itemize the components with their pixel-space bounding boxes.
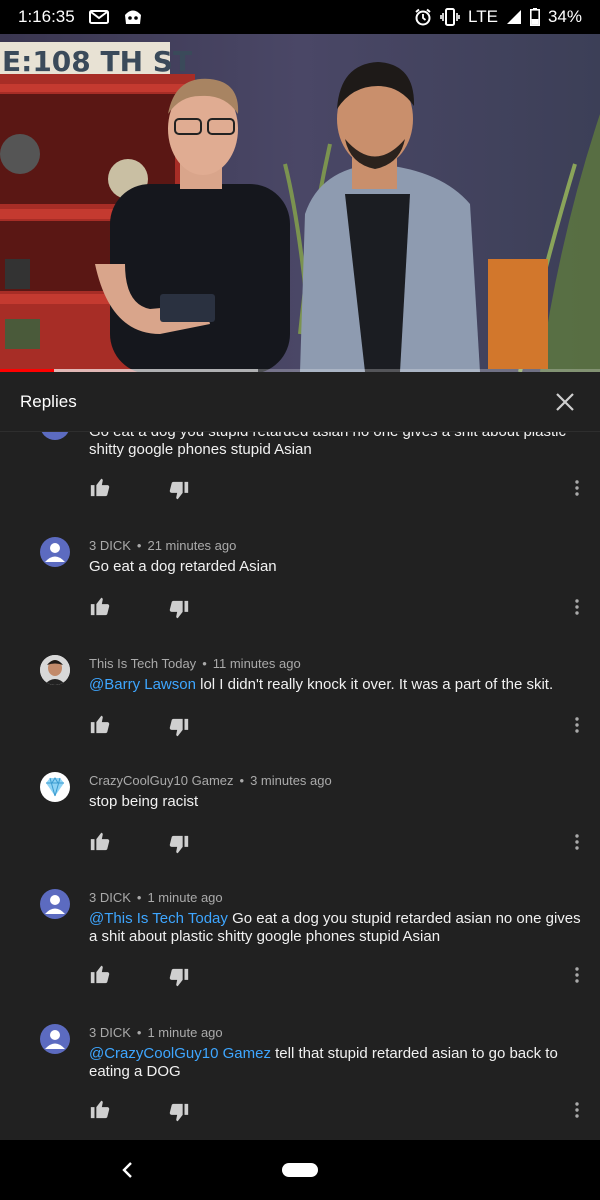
alarm-icon [415, 8, 431, 26]
mail-icon [88, 10, 109, 24]
avatar[interactable] [40, 889, 70, 919]
status-time: 1:16:35 [18, 7, 75, 26]
reply-actions [89, 476, 589, 500]
default-avatar-icon [45, 1030, 65, 1049]
dislike-icon[interactable] [168, 717, 190, 739]
dislike-icon[interactable] [168, 834, 190, 856]
more-options-button[interactable] [571, 1098, 583, 1122]
default-avatar-icon [45, 543, 65, 562]
more-vert-icon [575, 967, 579, 983]
avatar[interactable] [40, 655, 70, 685]
reply-actions [89, 595, 589, 619]
replies-list[interactable]: Go eat a dog you stupid retarded asian n… [0, 432, 600, 1140]
like-icon[interactable] [89, 963, 111, 985]
mention-link[interactable]: @This Is Tech Today [89, 910, 228, 927]
street-sign-text: E:108 TH ST [2, 45, 192, 78]
reply-meta: 3 DICK • 21 minutes ago [89, 538, 237, 553]
like-icon[interactable] [89, 476, 111, 498]
system-nav-bar [0, 1140, 600, 1200]
status-bar: 1:16:35 LTE 34% [0, 0, 600, 34]
mention-link[interactable]: @Barry Lawson [89, 676, 196, 693]
profile-photo-icon [40, 655, 70, 685]
replies-title: Replies [20, 391, 77, 411]
video-frame: E:108 TH ST [0, 34, 600, 372]
default-avatar-icon [45, 895, 65, 914]
reply-meta: 3 DICK • 1 minute ago [89, 1025, 223, 1040]
reply-text: stop being racist [89, 793, 199, 810]
reply-meta: 3 DICK • 1 minute ago [89, 890, 223, 905]
like-icon[interactable] [89, 595, 111, 617]
reply-text: Go eat a dog you stupid retarded asian n… [89, 432, 566, 458]
more-options-button[interactable] [571, 713, 583, 737]
more-options-button[interactable] [571, 830, 583, 854]
battery-icon [529, 8, 540, 26]
more-options-button[interactable] [571, 476, 583, 500]
reply-item: CrazyCoolGuy10 Gamez • 3 minutes ago stop … [0, 770, 600, 887]
more-options-button[interactable] [571, 595, 583, 619]
reply-actions [89, 1098, 589, 1122]
close-icon [556, 392, 574, 411]
reply-text: @Barry Lawson lol I didn't really knock … [89, 676, 554, 693]
more-vert-icon [575, 1102, 579, 1118]
reply-time: 1 minute ago [147, 890, 223, 905]
reply-author[interactable]: This Is Tech Today [89, 656, 196, 671]
more-options-button[interactable] [571, 963, 583, 987]
avatar[interactable] [40, 432, 70, 440]
reply-actions [89, 830, 589, 854]
reply-author[interactable]: CrazyCoolGuy10 Gamez [89, 773, 234, 788]
pirate-icon [124, 10, 141, 24]
replies-header: Replies [0, 372, 600, 432]
reply-meta: This Is Tech Today • 11 minutes ago [89, 656, 301, 671]
battery-percent: 34% [547, 7, 582, 26]
more-vert-icon [575, 834, 579, 850]
reply-author[interactable]: 3 DICK [89, 890, 131, 905]
like-icon[interactable] [89, 1098, 111, 1120]
reply-item: 3 DICK • 21 minutes ago Go eat a dog retar… [0, 535, 600, 652]
close-button[interactable] [550, 387, 580, 417]
dislike-icon[interactable] [168, 599, 190, 621]
reply-actions [89, 963, 589, 987]
avatar[interactable] [40, 1024, 70, 1054]
more-vert-icon [575, 480, 579, 496]
back-chevron-icon[interactable] [116, 1158, 140, 1182]
reply-item: 3 DICK • 1 minute ago @This Is Tech Today … [0, 887, 600, 1022]
dislike-icon[interactable] [168, 480, 190, 502]
signal-icon [506, 10, 521, 24]
reply-item: This Is Tech Today • 11 minutes ago @Barry… [0, 653, 600, 770]
reply-text: @This Is Tech Today Go eat a dog you stu… [89, 910, 581, 945]
reply-text: Go eat a dog retarded Asian [89, 558, 277, 575]
reply-time: 21 minutes ago [147, 538, 237, 553]
dislike-icon[interactable] [168, 967, 190, 989]
like-icon[interactable] [89, 830, 111, 852]
like-icon[interactable] [89, 713, 111, 735]
vibrate-icon [440, 8, 460, 26]
more-vert-icon [575, 599, 579, 615]
more-vert-icon [575, 717, 579, 733]
home-pill-icon[interactable] [282, 1163, 318, 1177]
reply-author[interactable]: 3 DICK [89, 1025, 131, 1040]
mention-link[interactable]: @CrazyCoolGuy10 Gamez [89, 1045, 271, 1062]
reply-actions [89, 713, 589, 737]
avatar[interactable] [40, 537, 70, 567]
video-player[interactable]: E:108 TH ST [0, 34, 600, 372]
reply-meta: CrazyCoolGuy10 Gamez • 3 minutes ago [89, 773, 332, 788]
reply-time: 1 minute ago [147, 1025, 223, 1040]
reply-time: 11 minutes ago [212, 656, 301, 671]
diamond-avatar-icon [46, 777, 64, 797]
reply-author[interactable]: 3 DICK [89, 538, 131, 553]
network-type: LTE [468, 7, 498, 26]
reply-item: Go eat a dog you stupid retarded asian n… [0, 432, 600, 532]
reply-text: @CrazyCoolGuy10 Gamez tell that stupid r… [89, 1045, 558, 1080]
reply-time: 3 minutes ago [250, 773, 332, 788]
avatar[interactable] [40, 772, 70, 802]
dislike-icon[interactable] [168, 1102, 190, 1124]
reply-item: 3 DICK • 1 minute ago @CrazyCoolGuy10 Game… [0, 1022, 600, 1140]
